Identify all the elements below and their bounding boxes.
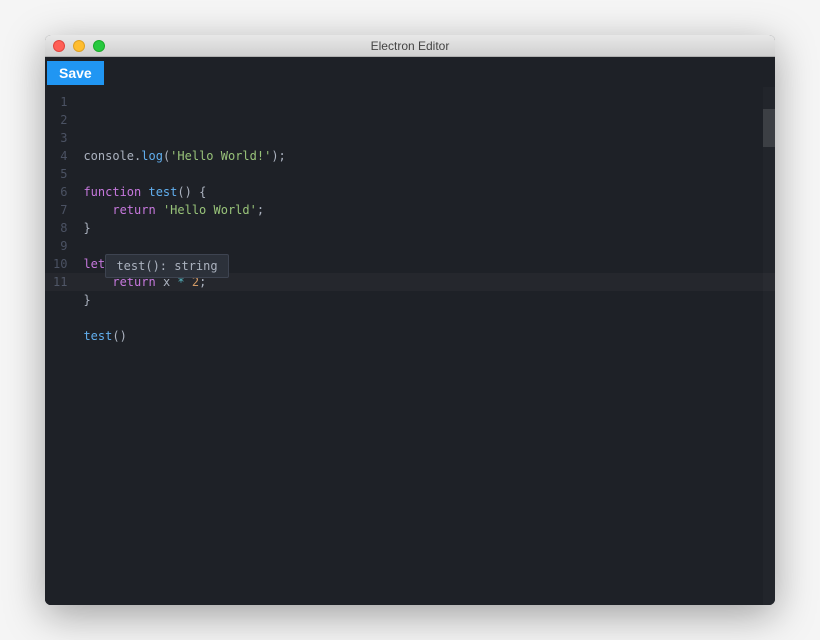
- editor-window: Electron Editor Save 1234567891011 test(…: [45, 35, 775, 605]
- code-line[interactable]: return 'Hello World';: [83, 201, 775, 219]
- code-line[interactable]: }: [83, 219, 775, 237]
- line-number: 2: [53, 111, 67, 129]
- token-funcname: test: [83, 329, 112, 343]
- token-keyword: return: [112, 203, 163, 217]
- code-line[interactable]: [83, 165, 775, 183]
- titlebar[interactable]: Electron Editor: [45, 35, 775, 57]
- token-string: 'Hello World!': [170, 149, 271, 163]
- save-button[interactable]: Save: [47, 61, 104, 85]
- line-number: 1: [53, 93, 67, 111]
- line-number: 6: [53, 183, 67, 201]
- code-line[interactable]: [83, 309, 775, 327]
- token-string: 'Hello World': [163, 203, 257, 217]
- code-area[interactable]: test(): string console.log('Hello World!…: [77, 87, 775, 605]
- token-funcname: test: [148, 185, 177, 199]
- line-number: 5: [53, 165, 67, 183]
- line-number-gutter: 1234567891011: [45, 87, 77, 605]
- token-punct: (): [112, 329, 126, 343]
- scrollbar-thumb[interactable]: [763, 109, 775, 147]
- minimize-icon[interactable]: [73, 40, 85, 52]
- toolbar: Save: [45, 57, 775, 87]
- token-method: log: [141, 149, 163, 163]
- line-number: 4: [53, 147, 67, 165]
- line-number: 7: [53, 201, 67, 219]
- token-default: console.: [83, 149, 141, 163]
- code-line[interactable]: function test() {: [83, 183, 775, 201]
- traffic-lights: [45, 40, 105, 52]
- token-keyword: function: [83, 185, 148, 199]
- code-line[interactable]: test(): [83, 327, 775, 345]
- close-icon[interactable]: [53, 40, 65, 52]
- token-punct: }: [83, 293, 90, 307]
- code-editor[interactable]: 1234567891011 test(): string console.log…: [45, 87, 775, 605]
- scrollbar-track[interactable]: [763, 87, 775, 605]
- line-number: 3: [53, 129, 67, 147]
- line-number: 9: [53, 237, 67, 255]
- token-punct: ;: [257, 203, 264, 217]
- window-title: Electron Editor: [45, 39, 775, 53]
- token-default: [83, 203, 112, 217]
- code-line[interactable]: console.log('Hello World!');: [83, 147, 775, 165]
- line-number: 10: [53, 255, 67, 273]
- token-punct: () {: [177, 185, 206, 199]
- code-line[interactable]: }: [83, 291, 775, 309]
- code-line[interactable]: [83, 237, 775, 255]
- token-punct: }: [83, 221, 90, 235]
- maximize-icon[interactable]: [93, 40, 105, 52]
- token-punct: );: [271, 149, 285, 163]
- signature-tooltip: test(): string: [105, 254, 228, 278]
- line-number: 11: [53, 273, 67, 291]
- line-number: 8: [53, 219, 67, 237]
